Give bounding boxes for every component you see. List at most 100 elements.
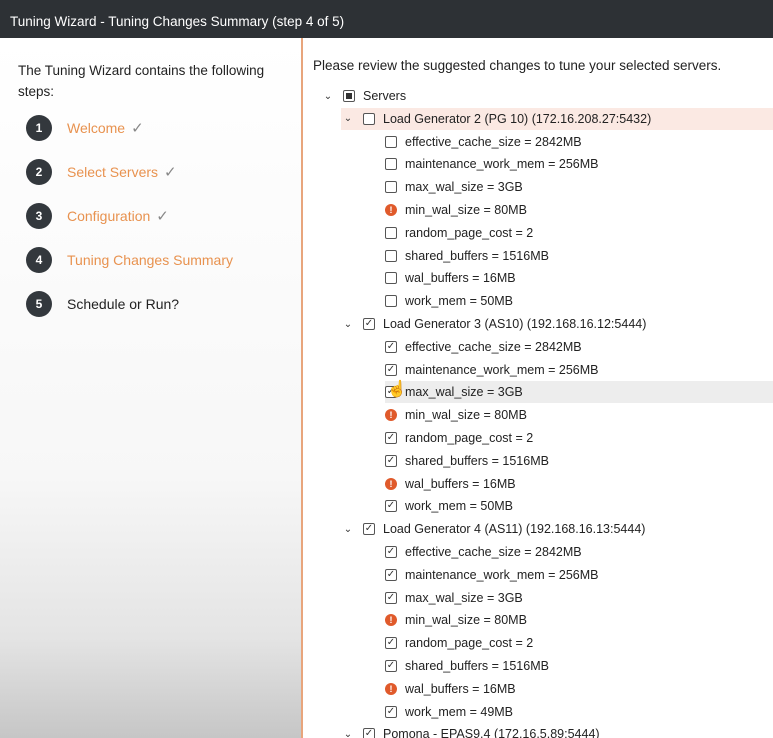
tree-param-item[interactable]: maintenance_work_mem = 256MB <box>385 359 773 381</box>
tree-item-label: wal_buffers = 16MB <box>405 271 516 286</box>
tree-param-item[interactable]: shared_buffers = 1516MB <box>385 655 773 677</box>
checkbox[interactable] <box>363 728 375 738</box>
chevron-down-icon[interactable]: ⌄ <box>321 91 335 102</box>
tree-param-item[interactable]: effective_cache_size = 2842MB <box>385 541 773 563</box>
checkbox[interactable] <box>385 181 397 194</box>
tree-item-label: maintenance_work_mem = 256MB <box>405 362 599 377</box>
tree-item-label: Servers <box>363 89 407 103</box>
checkbox[interactable] <box>385 568 397 581</box>
tree-item-label: max_wal_size = 3GB <box>405 180 523 195</box>
review-instructions: Please review the suggested changes to t… <box>313 58 722 73</box>
tree-param-item[interactable]: work_mem = 50MB <box>385 495 773 517</box>
checkbox[interactable] <box>385 158 397 171</box>
check-icon: ✓ <box>164 164 177 181</box>
step-select-servers: 2 Select Servers ✓ <box>26 158 177 186</box>
tree-item-label: Pomona - EPAS9.4 (172.16.5.89:5444) <box>383 727 600 738</box>
checkbox[interactable] <box>385 591 397 604</box>
checkbox[interactable] <box>385 637 397 650</box>
checkbox[interactable] <box>363 318 375 330</box>
warning-icon: ! <box>385 204 397 216</box>
steps-sidebar: The Tuning Wizard contains the following… <box>0 38 302 738</box>
tree-item-label: max_wal_size = 3GB <box>405 385 523 400</box>
tree-root-servers[interactable]: ⌄ Servers <box>321 85 773 107</box>
tree-param-item[interactable]: max_wal_size = 3GB <box>385 176 773 198</box>
tree-item-label: Load Generator 2 (PG 10) (172.16.208.27:… <box>383 111 652 126</box>
tree-item-label: work_mem = 50MB <box>405 294 514 309</box>
tree-item-label: work_mem = 49MB <box>405 704 514 719</box>
checkbox[interactable] <box>363 112 375 125</box>
step-welcome: 1 Welcome ✓ <box>26 114 144 142</box>
tree-param-item[interactable]: max_wal_size = 3GB <box>385 381 773 404</box>
warning-icon: ! <box>385 477 397 490</box>
tree-item-label: random_page_cost = 2 <box>405 431 534 445</box>
tree-item-label: max_wal_size = 3GB <box>405 590 523 605</box>
chevron-down-icon[interactable]: ⌄ <box>341 113 355 124</box>
steps-intro: The Tuning Wizard contains the following… <box>18 63 265 99</box>
step-label: Configuration <box>67 208 151 224</box>
tree-param-item[interactable]: maintenance_work_mem = 256MB <box>385 564 773 586</box>
tree-param-item[interactable]: shared_buffers = 1516MB <box>385 245 773 267</box>
chevron-down-icon[interactable]: ⌄ <box>341 319 355 330</box>
tree-param-item[interactable]: ! min_wal_size = 80MB <box>385 404 773 426</box>
checkbox[interactable] <box>385 500 397 513</box>
tree-param-item[interactable]: ! wal_buffers = 16MB <box>385 678 773 700</box>
tree-item-label: min_wal_size = 80MB <box>405 613 527 628</box>
check-icon: ✓ <box>156 208 169 225</box>
tree-item-label: wal_buffers = 16MB <box>405 681 516 696</box>
checkbox[interactable] <box>385 295 397 308</box>
tree-param-item[interactable]: maintenance_work_mem = 256MB <box>385 153 773 175</box>
tree-server-node[interactable]: ⌄ Load Generator 4 (AS11) (192.168.16.13:… <box>341 518 773 540</box>
chevron-down-icon[interactable]: ⌄ <box>341 729 355 738</box>
step-number: 5 <box>26 291 52 317</box>
tree-param-item[interactable]: random_page_cost = 2 <box>385 222 773 244</box>
checkbox[interactable] <box>385 363 397 376</box>
tree-item-label: Load Generator 3 (AS10) (192.168.16.12:5… <box>383 317 647 331</box>
step-number: 2 <box>26 159 52 185</box>
step-number: 3 <box>26 203 52 229</box>
tree-item-label: wal_buffers = 16MB <box>405 476 516 491</box>
checkbox[interactable] <box>385 432 397 444</box>
changes-pane: Please review the suggested changes to t… <box>303 38 773 738</box>
tree-item-label: shared_buffers = 1516MB <box>405 453 549 468</box>
tree-param-item[interactable]: ! min_wal_size = 80MB <box>385 199 773 221</box>
tree-item-label: effective_cache_size = 2842MB <box>405 545 582 559</box>
checkbox[interactable] <box>385 454 397 467</box>
tree-server-node[interactable]: ⌄ Pomona - EPAS9.4 (172.16.5.89:5444) <box>341 723 773 738</box>
tree-item-label: min_wal_size = 80MB <box>405 408 527 423</box>
step-schedule-or-run: 5 Schedule or Run? <box>26 290 179 318</box>
step-configuration: 3 Configuration ✓ <box>26 202 169 230</box>
tree-param-item[interactable]: random_page_cost = 2 <box>385 427 773 449</box>
checkbox[interactable] <box>385 272 397 285</box>
tree-item-label: Load Generator 4 (AS11) (192.168.16.13:5… <box>383 522 646 537</box>
tree-param-item[interactable]: max_wal_size = 3GB <box>385 587 773 609</box>
checkbox[interactable] <box>385 660 397 672</box>
checkbox[interactable] <box>363 523 375 536</box>
tree-item-label: shared_buffers = 1516MB <box>405 659 549 673</box>
tree-param-item[interactable]: work_mem = 49MB <box>385 701 773 723</box>
chevron-down-icon[interactable]: ⌄ <box>341 524 355 535</box>
tree-server-node[interactable]: ⌄ Load Generator 3 (AS10) (192.168.16.12:… <box>341 313 773 335</box>
tree-param-item[interactable]: random_page_cost = 2 <box>385 632 773 654</box>
tree-param-item[interactable]: effective_cache_size = 2842MB <box>385 336 773 358</box>
checkbox[interactable] <box>385 546 397 558</box>
checkbox[interactable] <box>385 249 397 262</box>
tree-param-item[interactable]: effective_cache_size = 2842MB <box>385 131 773 153</box>
tree-param-item[interactable]: ! min_wal_size = 80MB <box>385 609 773 631</box>
warning-icon: ! <box>385 409 397 422</box>
checkbox[interactable] <box>385 340 397 353</box>
tree-item-label: work_mem = 50MB <box>405 499 514 514</box>
tree-param-item[interactable]: wal_buffers = 16MB <box>385 267 773 289</box>
step-tuning-changes-summary: 4 Tuning Changes Summary <box>26 246 233 274</box>
tree-param-item[interactable]: work_mem = 50MB <box>385 290 773 312</box>
checkbox[interactable] <box>385 226 397 239</box>
step-label: Welcome <box>67 120 126 136</box>
step-label: Tuning Changes Summary <box>67 252 234 268</box>
tree-server-node[interactable]: ⌄ Load Generator 2 (PG 10) (172.16.208.27… <box>341 107 773 130</box>
tree-item-label: shared_buffers = 1516MB <box>405 248 549 263</box>
checkbox[interactable] <box>385 705 397 718</box>
checkbox[interactable] <box>385 135 397 148</box>
tree-param-item[interactable]: ! wal_buffers = 16MB <box>385 473 773 495</box>
step-number: 1 <box>26 115 52 141</box>
checkbox[interactable] <box>343 90 355 102</box>
tree-param-item[interactable]: shared_buffers = 1516MB <box>385 450 773 472</box>
